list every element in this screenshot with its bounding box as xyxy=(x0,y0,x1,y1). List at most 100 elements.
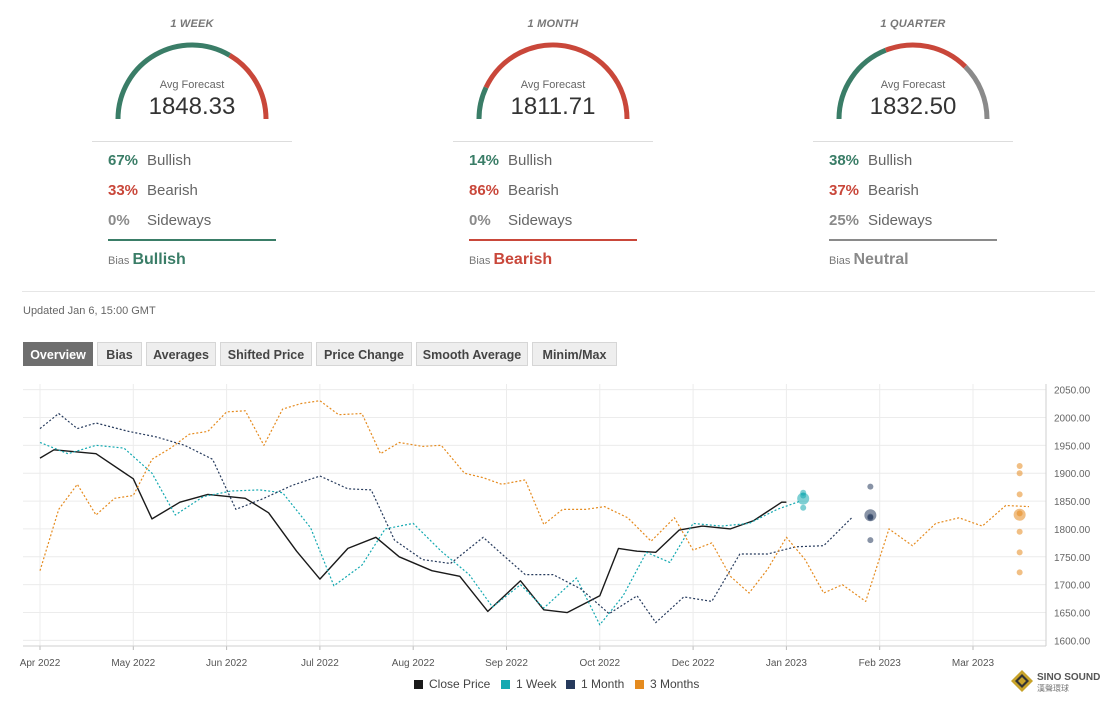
bias-underline xyxy=(108,239,276,241)
forecast-chart: 2050.00 2000.00 1950.00 1900.00 1850.00 1800.… xyxy=(20,384,1091,669)
section-divider xyxy=(22,291,1095,292)
x-tick-label: Feb 2023 xyxy=(859,658,902,669)
tab-minim-max[interactable]: Minim/Max xyxy=(532,342,617,366)
legend-swatch xyxy=(414,680,423,689)
x-tick-label: Jan 2023 xyxy=(766,658,808,669)
forecast-dot-1-month xyxy=(867,483,874,490)
bullish-label: Bullish xyxy=(868,152,913,169)
forecast-dot-1-month xyxy=(867,537,874,544)
avg-forecast-label: Avg Forecast xyxy=(520,79,586,91)
bullish-row: 67% Bullish xyxy=(108,152,191,169)
y-tick-label: 1900.00 xyxy=(1054,469,1091,480)
avg-forecast-value: 1811.71 xyxy=(510,93,596,120)
y-tick-label: 1850.00 xyxy=(1054,497,1091,508)
panel-1-quarter: 1 QUARTER Avg Forecast 1832.50 38% Bullis… xyxy=(813,0,1013,285)
bias-label: Bias xyxy=(108,255,130,267)
bias: Bias Bearish xyxy=(469,251,552,269)
bias: Bias Bullish xyxy=(108,251,186,269)
x-tick-label: Jul 2022 xyxy=(301,658,339,669)
legend-item-close-price[interactable]: Close Price xyxy=(414,676,490,692)
forecast-average-dot-3-months xyxy=(1013,508,1026,521)
sideways-percent: 0% xyxy=(108,212,130,229)
bullish-row: 14% Bullish xyxy=(469,152,552,169)
sideways-percent: 25% xyxy=(829,212,860,229)
x-tick-label: Oct 2022 xyxy=(580,658,621,669)
logo-subtext: 漢聲環球 xyxy=(1037,683,1069,693)
y-tick-label: 1750.00 xyxy=(1054,553,1091,564)
panel-title: 1 MONTH xyxy=(527,18,579,30)
panel-title: 1 WEEK xyxy=(170,18,214,30)
sideways-label: Sideways xyxy=(508,212,573,229)
tab-smooth-average[interactable]: Smooth Average xyxy=(416,342,528,366)
y-tick-label: 2000.00 xyxy=(1054,413,1091,424)
legend-swatch xyxy=(635,680,644,689)
legend-item-1-week[interactable]: 1 Week xyxy=(501,676,556,692)
bullish-label: Bullish xyxy=(508,152,553,169)
gauge-segment xyxy=(884,42,968,69)
panel-title: 1 QUARTER xyxy=(880,18,946,30)
plot-area xyxy=(23,384,1046,646)
bullish-row: 38% Bullish xyxy=(829,152,912,169)
y-tick-label: 1650.00 xyxy=(1054,609,1091,620)
x-tick-label: Apr 2022 xyxy=(20,658,61,669)
legend-label: 1 Month xyxy=(581,677,625,691)
bias-label: Bias xyxy=(469,255,491,267)
sino-sound-logo: SINO SOUND 漢聲環球 xyxy=(1010,669,1102,695)
chart-legend: Close Price 1 Week 1 Month 3 Months xyxy=(0,676,1108,692)
legend-swatch xyxy=(566,680,575,689)
x-tick-label: Dec 2022 xyxy=(672,658,715,669)
bullish-percent: 67% xyxy=(108,152,139,169)
bearish-percent: 86% xyxy=(469,182,500,199)
bias-label: Bias xyxy=(829,255,851,267)
legend-item-1-month[interactable]: 1 Month xyxy=(566,676,624,692)
forecast-dot-3-months xyxy=(1016,470,1023,477)
forecast-dot-3-months xyxy=(1016,569,1023,576)
x-tick-label: Sep 2022 xyxy=(485,658,528,669)
sideways-row: 0% Sideways xyxy=(469,212,572,229)
bearish-row: 86% Bearish xyxy=(469,182,559,199)
bias-value: Bullish xyxy=(132,251,186,268)
x-tick-label: May 2022 xyxy=(111,658,155,669)
avg-forecast-value: 1848.33 xyxy=(148,93,236,120)
avg-forecast-label: Avg Forecast xyxy=(880,79,946,91)
x-tick-label: Aug 2022 xyxy=(392,658,435,669)
forecast-dot-1-week xyxy=(800,504,807,511)
bearish-percent: 37% xyxy=(829,182,860,199)
bearish-percent: 33% xyxy=(108,182,139,199)
bullish-percent: 14% xyxy=(469,152,500,169)
avg-forecast-value: 1832.50 xyxy=(869,93,957,120)
tab-bias[interactable]: Bias xyxy=(97,342,142,366)
tab-shifted-price[interactable]: Shifted Price xyxy=(220,342,312,366)
tab-overview[interactable]: Overview xyxy=(23,342,93,366)
forecast-dot-3-months xyxy=(1016,528,1023,535)
logo-text: SINO SOUND xyxy=(1037,672,1100,683)
bearish-label: Bearish xyxy=(868,182,919,199)
bearish-row: 37% Bearish xyxy=(829,182,919,199)
legend-label: Close Price xyxy=(429,677,491,691)
updated-timestamp: Updated Jan 6, 15:00 GMT xyxy=(23,305,156,317)
divider xyxy=(813,141,1013,142)
sideways-label: Sideways xyxy=(868,212,933,229)
tab-averages[interactable]: Averages xyxy=(146,342,216,366)
bias-underline xyxy=(829,239,997,241)
bias: Bias Neutral xyxy=(829,251,909,269)
legend-label: 3 Months xyxy=(650,677,700,691)
sideways-percent: 0% xyxy=(469,212,491,229)
forecast-dot-3-months xyxy=(1016,549,1023,556)
x-tick-label: Jun 2022 xyxy=(206,658,248,669)
bullish-label: Bullish xyxy=(147,152,192,169)
sideways-label: Sideways xyxy=(147,212,212,229)
tab-price-change[interactable]: Price Change xyxy=(316,342,412,366)
forecast-dot-3-months xyxy=(1016,462,1023,469)
logo-mark: SINO SOUND 漢聲環球 xyxy=(1011,670,1100,693)
forecast-dot-3-months xyxy=(1016,491,1023,498)
avg-forecast-label: Avg Forecast xyxy=(159,79,225,91)
legend-item-3-months[interactable]: 3 Months xyxy=(635,676,699,692)
y-tick-label: 1800.00 xyxy=(1054,525,1091,536)
bearish-label: Bearish xyxy=(508,182,559,199)
bias-value: Bearish xyxy=(493,251,553,268)
y-tick-label: 1950.00 xyxy=(1054,441,1091,452)
forecast-average-dot-1-month xyxy=(864,509,877,522)
panel-1-week: 1 WEEK Avg Forecast 1848.33 67% Bullish 3… xyxy=(92,0,292,285)
y-tick-label: 1600.00 xyxy=(1054,636,1091,647)
